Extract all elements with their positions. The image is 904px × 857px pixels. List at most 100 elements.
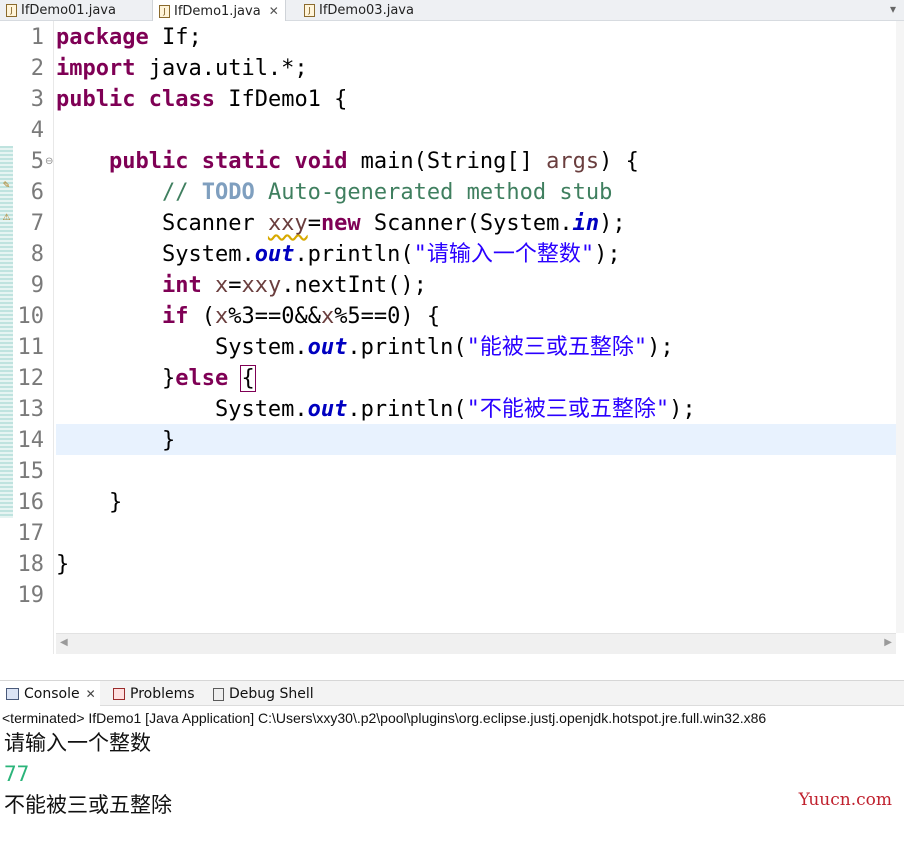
console-output-line: 请输入一个整数 bbox=[4, 731, 151, 755]
code-line-9: int x=xxy.nextInt(); bbox=[56, 270, 427, 301]
static-field: in bbox=[572, 211, 600, 236]
code-editor[interactable]: ✎ ⚠ 1 2 3 4 5 6 7 8 9 10 11 12 13 14 15 … bbox=[0, 21, 904, 654]
line-number: 19 bbox=[17, 583, 45, 608]
console-tab-bar: Console ✕ Problems Debug Shell bbox=[0, 680, 904, 707]
keyword: if bbox=[161, 304, 189, 329]
code-text: %5==0) { bbox=[334, 304, 441, 329]
tab-label: Debug Shell bbox=[229, 686, 314, 702]
code-line-10: if (x%3==0&&x%5==0) { bbox=[56, 301, 440, 332]
code-line-1: package If; bbox=[56, 22, 202, 53]
console-icon bbox=[6, 688, 19, 700]
code-text: System. bbox=[161, 242, 255, 267]
vertical-scrollbar[interactable] bbox=[896, 21, 904, 633]
keyword: class bbox=[148, 87, 215, 112]
variable-warning[interactable]: xxy bbox=[268, 211, 308, 236]
keyword: public bbox=[108, 149, 189, 174]
line-number: 17 bbox=[17, 521, 45, 546]
code-text: ); bbox=[669, 397, 696, 422]
line-number: 8 bbox=[30, 242, 44, 267]
scroll-left-icon[interactable]: ◀ bbox=[60, 637, 68, 648]
code-line-3: public class IfDemo1 { bbox=[56, 84, 347, 115]
tab-ifdemo1[interactable]: J IfDemo1.java ✕ bbox=[152, 0, 286, 22]
code-line-13: System.out.println("不能被三或五整除"); bbox=[56, 394, 696, 425]
keyword: import bbox=[56, 56, 136, 81]
string-literal: "请输入一个整数" bbox=[413, 242, 595, 267]
code-text: main(String[] bbox=[347, 149, 547, 174]
warning-icon[interactable]: ⚠ bbox=[1, 213, 12, 224]
close-icon[interactable]: ✕ bbox=[269, 4, 279, 18]
horizontal-scrollbar[interactable]: ◀ ▶ bbox=[56, 633, 896, 654]
code-text: } bbox=[161, 366, 176, 391]
line-number: 14 bbox=[17, 428, 45, 453]
line-number: 15 bbox=[17, 459, 45, 484]
code-text: ) { bbox=[599, 149, 639, 174]
java-file-icon: J bbox=[304, 4, 315, 17]
code-line-11: System.out.println("能被三或五整除"); bbox=[56, 332, 674, 363]
keyword: void bbox=[294, 149, 348, 174]
close-icon[interactable]: ✕ bbox=[86, 687, 96, 701]
comment: Auto-generated method stub bbox=[254, 180, 613, 205]
static-field: out bbox=[307, 397, 348, 422]
line-number: 18 bbox=[17, 552, 45, 577]
code-line-8: System.out.println("请输入一个整数"); bbox=[56, 239, 621, 270]
line-number: 6 bbox=[30, 180, 44, 205]
code-line-2: import java.util.*; bbox=[56, 53, 308, 84]
static-field: out bbox=[254, 242, 295, 267]
code-line-5: public static void main(String[] args) { bbox=[56, 146, 639, 177]
view-menu-icon[interactable]: ▾ bbox=[890, 2, 896, 16]
line-number: 9 bbox=[30, 273, 44, 298]
tab-debug-shell[interactable]: Debug Shell bbox=[213, 681, 314, 707]
tab-label: IfDemo01.java bbox=[21, 3, 116, 18]
scroll-right-icon[interactable]: ▶ bbox=[884, 637, 892, 648]
line-number: 7 bbox=[30, 211, 44, 236]
code-line-16: } bbox=[56, 490, 123, 515]
current-line-highlight bbox=[56, 424, 896, 455]
code-line-6: // TODO Auto-generated method stub bbox=[56, 177, 612, 208]
keyword: static bbox=[201, 149, 282, 174]
matched-bracket: { bbox=[240, 365, 256, 392]
code-line-18: } bbox=[56, 552, 70, 577]
tab-ifdemo03[interactable]: J IfDemo03.java bbox=[304, 0, 414, 21]
java-file-icon: J bbox=[6, 4, 17, 17]
keyword: package bbox=[56, 25, 149, 50]
todo-tag: TODO bbox=[201, 180, 255, 205]
tab-label: IfDemo1.java bbox=[174, 3, 261, 19]
quick-fix-icon[interactable]: ✎ bbox=[1, 181, 12, 192]
keyword: int bbox=[161, 273, 202, 298]
variable: x bbox=[214, 304, 229, 329]
line-number: 4 bbox=[30, 118, 44, 143]
line-number: 12 bbox=[17, 366, 45, 391]
keyword: public bbox=[56, 87, 136, 112]
code-text: ( bbox=[188, 304, 215, 329]
comment: // bbox=[161, 180, 202, 205]
code-text: = bbox=[307, 211, 321, 236]
code-text: = bbox=[228, 273, 242, 298]
code-line-14: } bbox=[56, 428, 176, 453]
code-line-7: Scanner xxy=new Scanner(System.in); bbox=[56, 208, 626, 239]
variable: xxy bbox=[241, 273, 282, 298]
code-text: Scanner(System. bbox=[360, 211, 573, 236]
line-number: 13 bbox=[17, 397, 45, 422]
problems-icon bbox=[113, 688, 125, 700]
collapse-icon[interactable]: ⊖ bbox=[45, 146, 55, 177]
code-text: If; bbox=[148, 25, 202, 50]
tab-label: IfDemo03.java bbox=[319, 3, 414, 18]
editor-tab-bar: J IfDemo01.java J IfDemo1.java ✕ J IfDem… bbox=[0, 0, 904, 22]
tab-problems[interactable]: Problems bbox=[113, 681, 195, 707]
tab-console[interactable]: Console ✕ bbox=[0, 681, 100, 707]
keyword: else bbox=[175, 366, 229, 391]
parameter: args bbox=[546, 149, 600, 174]
variable: x bbox=[214, 273, 229, 298]
code-text: .println( bbox=[294, 242, 414, 267]
line-number: 1 bbox=[30, 25, 44, 50]
variable: x bbox=[320, 304, 335, 329]
line-number: 10 bbox=[17, 304, 45, 329]
tab-ifdemo01[interactable]: J IfDemo01.java bbox=[6, 0, 116, 21]
